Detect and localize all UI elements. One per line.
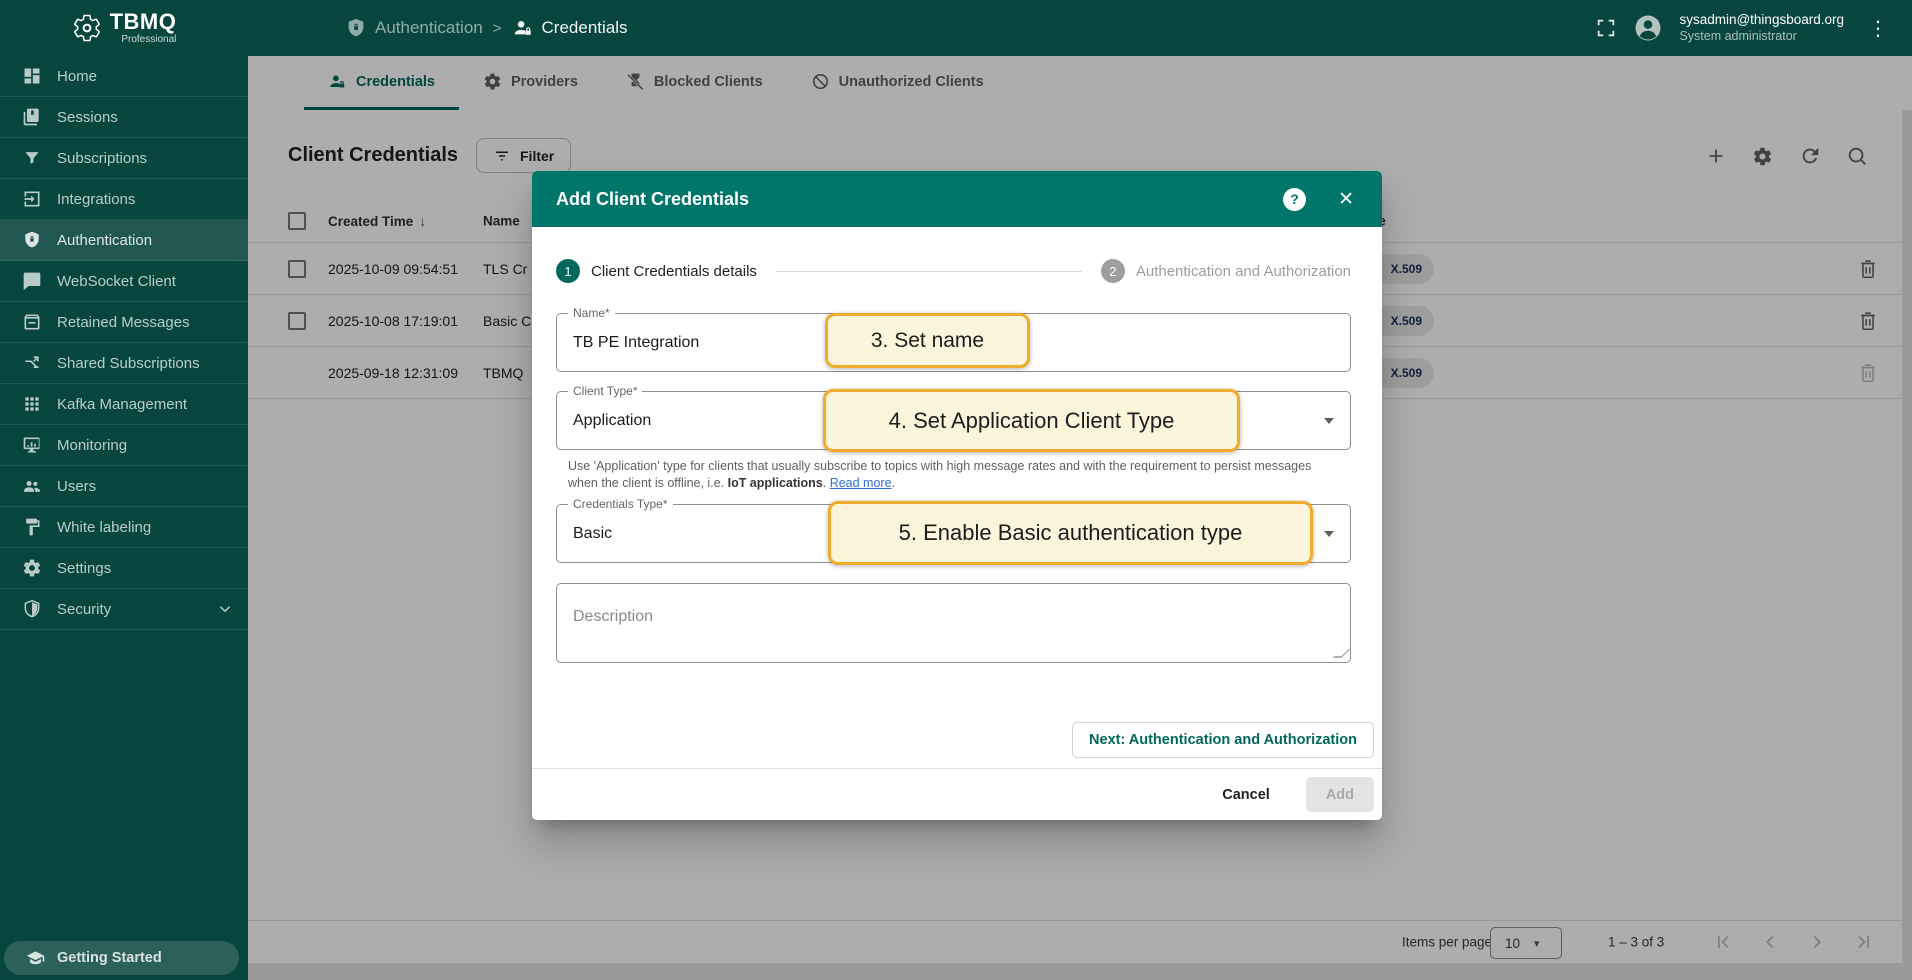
sidebar-item-white-labeling[interactable]: White labeling [0, 507, 248, 548]
next-step-button[interactable]: Next: Authentication and Authorization [1072, 722, 1374, 758]
description-field [556, 583, 1351, 663]
sidebar-item-settings[interactable]: Settings [0, 548, 248, 589]
user-info: sysadmin@thingsboard.org System administ… [1679, 12, 1844, 45]
description-textarea[interactable] [556, 583, 1351, 663]
client-type-hint: Use 'Application' type for clients that … [568, 458, 1343, 491]
stepper: 1 Client Credentials details 2 Authentic… [556, 259, 1351, 283]
read-more-link[interactable]: Read more [830, 476, 892, 490]
sessions-icon [22, 107, 42, 127]
gear-icon [22, 558, 42, 578]
sidebar-item-sessions[interactable]: Sessions [0, 97, 248, 138]
sidebar-item-subscriptions[interactable]: Subscriptions [0, 138, 248, 179]
sidebar-item-home[interactable]: Home [0, 56, 248, 97]
breadcrumb-item-authentication[interactable]: Authentication [345, 17, 483, 39]
archive-icon [22, 312, 42, 332]
select-arrow-icon [1324, 531, 1334, 537]
dialog-header: Add Client Credentials ? ✕ [532, 171, 1382, 227]
sidebar-item-shared-subscriptions[interactable]: Shared Subscriptions [0, 343, 248, 384]
user-email: sysadmin@thingsboard.org [1679, 12, 1844, 29]
step-1-circle: 1 [556, 259, 580, 283]
call-split-icon [22, 353, 42, 373]
step-2-circle: 2 [1101, 259, 1125, 283]
brand-logo[interactable]: TBMQ Professional [0, 11, 248, 45]
kebab-menu-icon[interactable]: ⋮ [1860, 12, 1896, 45]
app-root: TBMQ Professional Authentication > Crede… [0, 0, 1912, 980]
fullscreen-icon[interactable] [1595, 17, 1617, 39]
topbar: TBMQ Professional Authentication > Crede… [0, 0, 1912, 56]
stepper-connector [776, 271, 1082, 272]
close-icon[interactable]: ✕ [1334, 184, 1358, 215]
group-icon [22, 476, 42, 496]
step-1-label[interactable]: Client Credentials details [591, 263, 757, 280]
sidebar-item-kafka-management[interactable]: Kafka Management [0, 384, 248, 425]
paint-icon [22, 517, 42, 537]
select-arrow-icon [1324, 418, 1334, 424]
chat-icon [22, 271, 42, 291]
help-icon[interactable]: ? [1283, 188, 1306, 211]
sidebar-item-retained-messages[interactable]: Retained Messages [0, 302, 248, 343]
brand-edition: Professional [121, 35, 176, 45]
name-field-label: Name* [568, 306, 615, 320]
client-type-field-label: Client Type* [568, 384, 642, 398]
person-lock-icon [512, 17, 534, 39]
dialog-footer: Cancel Add [532, 769, 1382, 820]
dialog-title: Add Client Credentials [556, 189, 1283, 210]
input-icon [22, 189, 42, 209]
brand-name: TBMQ [110, 11, 177, 33]
tbmq-logo-icon [72, 13, 102, 43]
add-button[interactable]: Add [1306, 777, 1374, 812]
chevron-down-icon [216, 600, 234, 618]
avatar[interactable] [1633, 13, 1663, 43]
security-shield-icon [22, 599, 42, 619]
shield-lock-icon [345, 17, 367, 39]
annotation-callout-credentials-type: 5. Enable Basic authentication type [828, 501, 1313, 565]
breadcrumb: Authentication > Credentials [345, 17, 628, 39]
annotation-callout-client-type: 4. Set Application Client Type [823, 389, 1240, 452]
credentials-type-field-label: Credentials Type* [568, 497, 673, 511]
annotation-callout-set-name: 3. Set name [825, 313, 1030, 368]
sidebar-item-integrations[interactable]: Integrations [0, 179, 248, 220]
breadcrumb-item-credentials: Credentials [512, 17, 628, 39]
dashboard-icon [22, 66, 42, 86]
sidebar-item-websocket-client[interactable]: WebSocket Client [0, 261, 248, 302]
sidebar-item-authentication[interactable]: Authentication [0, 220, 248, 261]
add-client-credentials-dialog: Add Client Credentials ? ✕ 1 Client Cred… [532, 171, 1382, 820]
sidebar: Home Sessions Subscriptions Integrations… [0, 56, 248, 980]
apps-grid-icon [22, 394, 42, 414]
monitor-icon [22, 435, 42, 455]
school-icon [26, 949, 45, 968]
breadcrumb-separator: > [493, 20, 502, 37]
getting-started-button[interactable]: Getting Started [4, 941, 239, 975]
funnel-icon [22, 148, 42, 168]
user-role: System administrator [1679, 29, 1844, 45]
shield-lock-icon [22, 230, 42, 250]
sidebar-item-users[interactable]: Users [0, 466, 248, 507]
step-2-label[interactable]: Authentication and Authorization [1136, 263, 1351, 280]
sidebar-item-security[interactable]: Security [0, 589, 248, 630]
cancel-button[interactable]: Cancel [1210, 779, 1282, 811]
sidebar-item-monitoring[interactable]: Monitoring [0, 425, 248, 466]
